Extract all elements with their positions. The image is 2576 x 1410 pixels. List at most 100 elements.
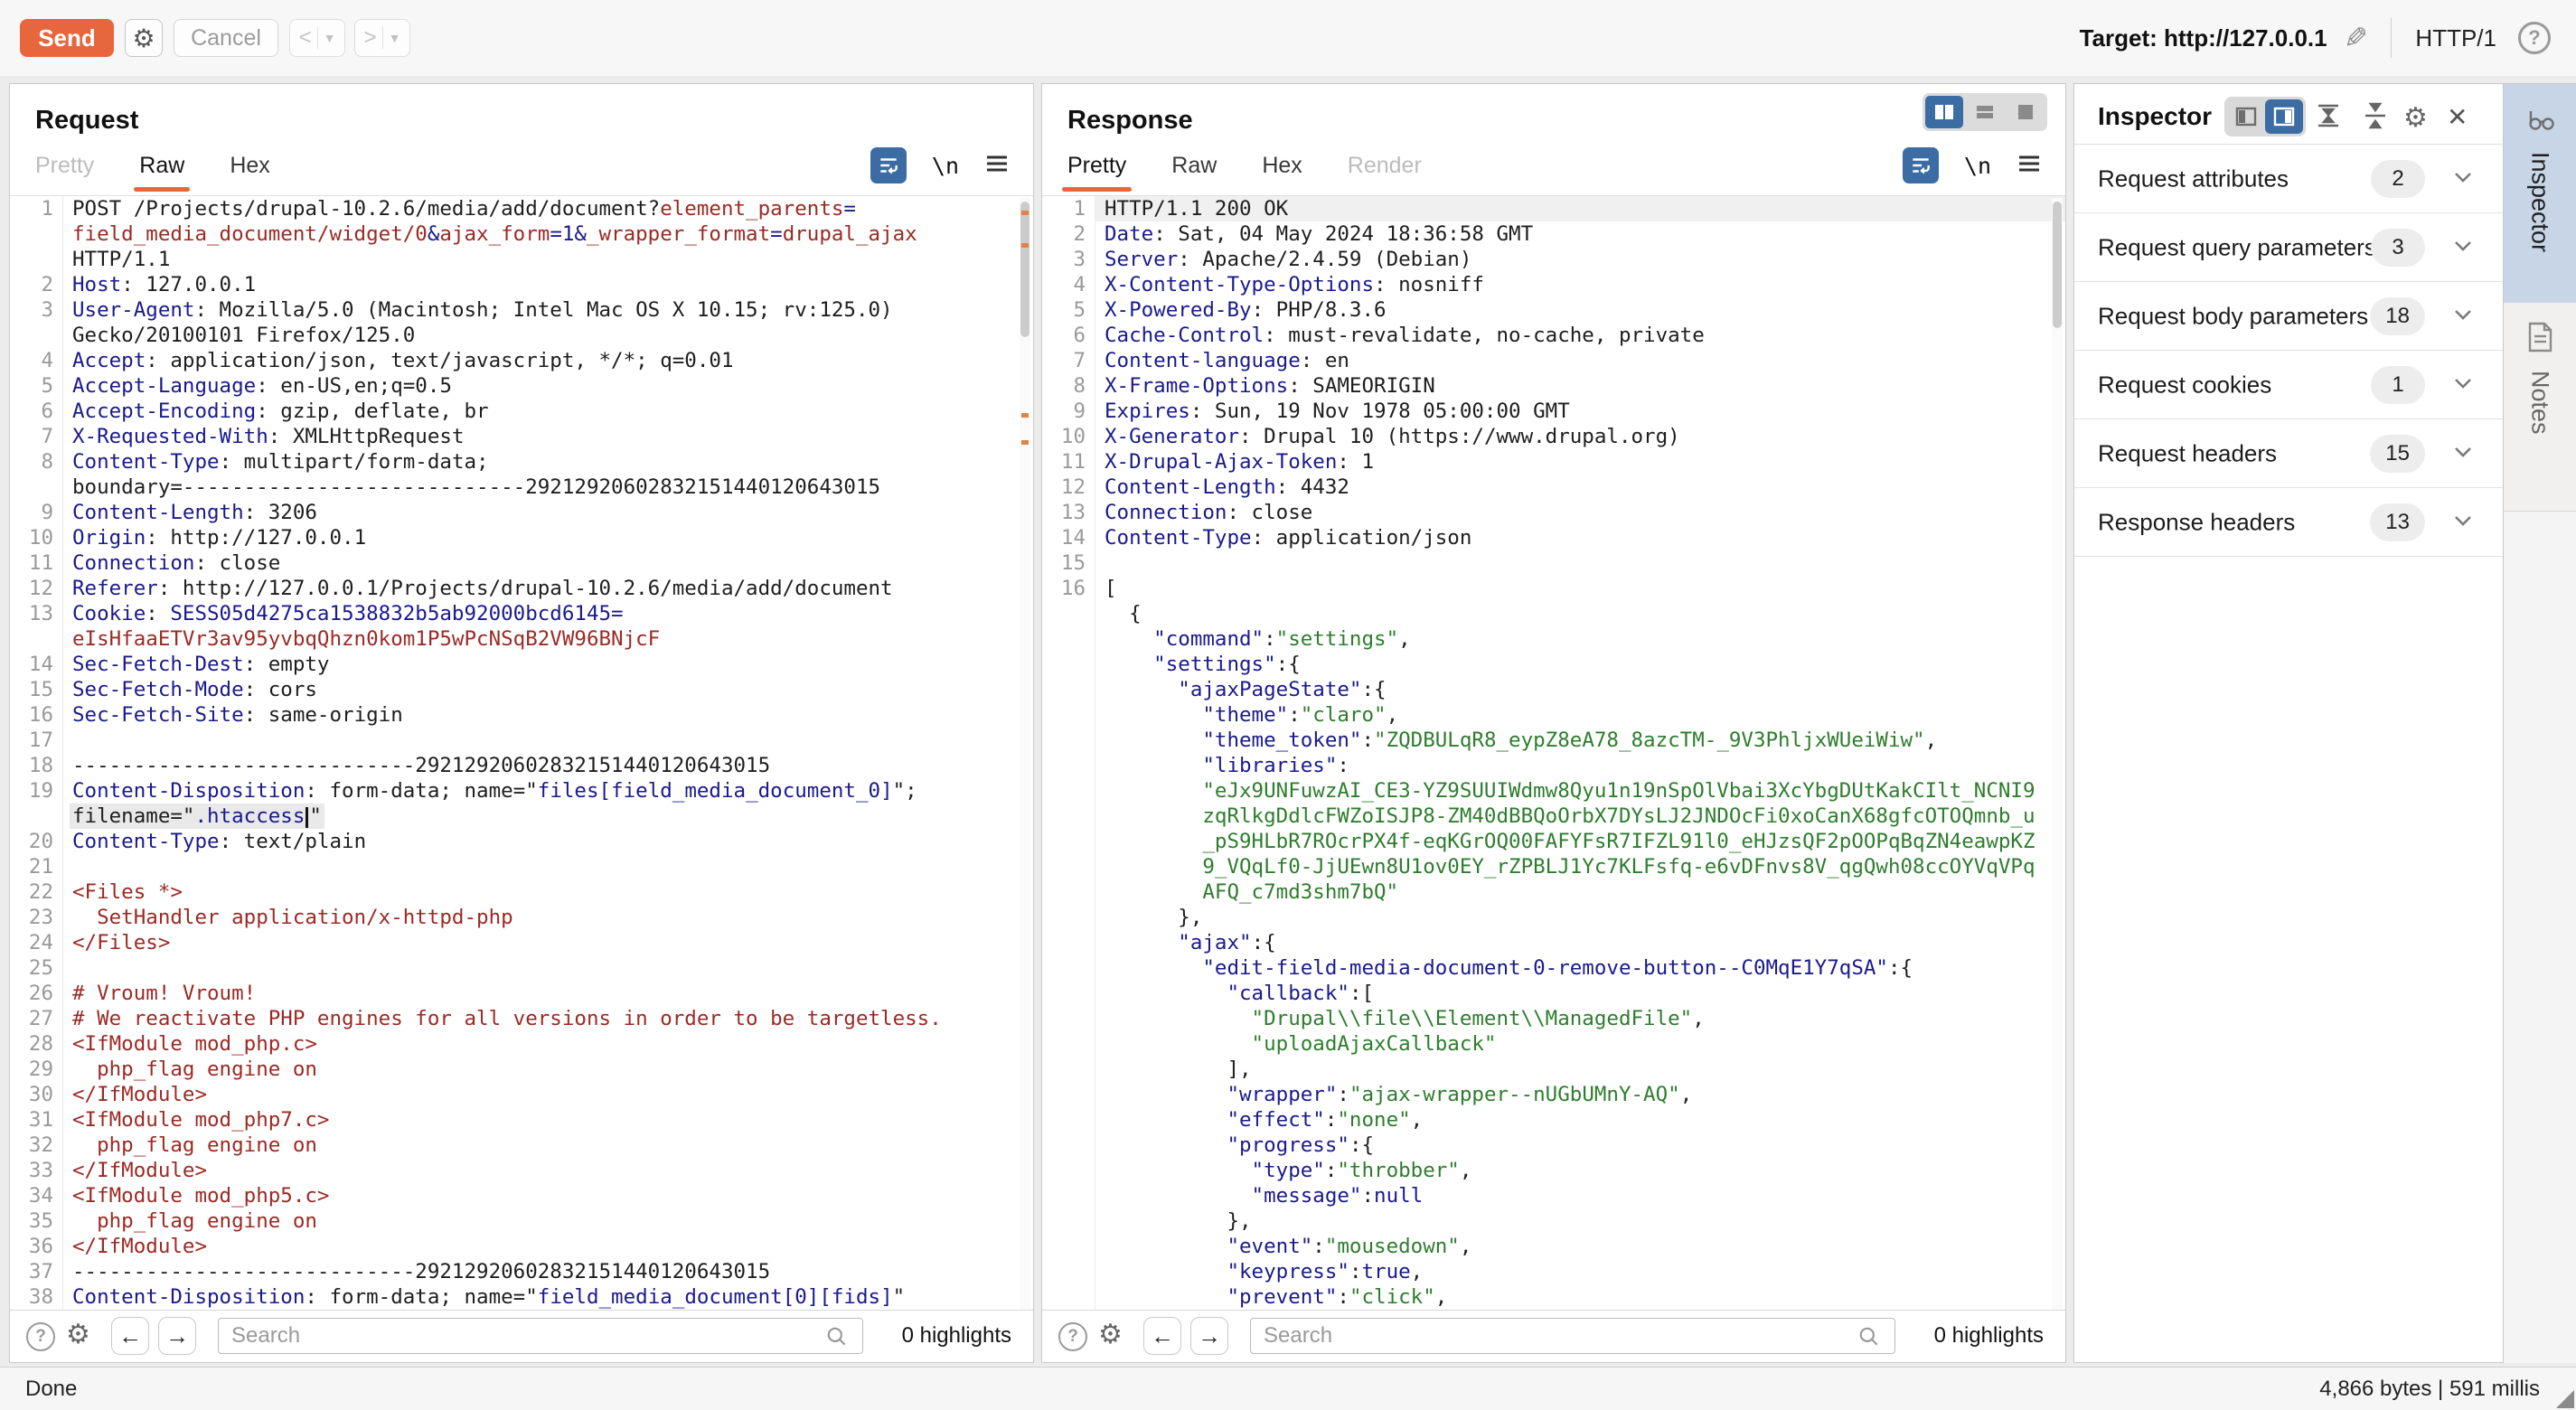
back-history-button[interactable]: <▼ [289, 19, 345, 57]
editor-row: 25 [10, 955, 1033, 981]
previous-match-button[interactable]: ← [1143, 1317, 1181, 1355]
request-tab-hex[interactable]: Hex [230, 153, 269, 192]
editor-row: 6Cache-Control: must-revalidate, no-cach… [1042, 323, 2065, 348]
search-settings-gear-icon[interactable]: ⚙ [66, 1319, 90, 1350]
response-tab-render[interactable]: Render [1348, 153, 1422, 192]
chevron-down-icon: ▼ [324, 31, 336, 45]
next-match-button[interactable]: → [158, 1317, 196, 1355]
editor-row: "theme":"claro", [1042, 702, 2065, 728]
request-tab-pretty[interactable]: Pretty [35, 153, 94, 192]
editor-row: 22<Files *> [10, 879, 1033, 905]
inspector-section-request-body-parameters[interactable]: Request body parameters 18 [2074, 282, 2503, 351]
editor-row: 3User-Agent: Mozilla/5.0 (Macintosh; Int… [10, 297, 1033, 323]
editor-row: 5X-Powered-By: PHP/8.3.6 [1042, 297, 2065, 323]
resize-grip[interactable] [2556, 1390, 2574, 1408]
editor-row: "theme_token":"ZQDBULqR8_eypZ8eA78_8azcT… [1042, 728, 2065, 753]
search-help-icon[interactable]: ? [1058, 1322, 1087, 1351]
editor-row: boundary=----------------------------292… [10, 475, 1033, 500]
search-help-icon[interactable]: ? [26, 1322, 55, 1351]
inspector-section-request-query-parameters[interactable]: Request query parameters 3 [2074, 213, 2503, 282]
previous-match-button[interactable]: ← [111, 1317, 149, 1355]
word-wrap-icon[interactable] [1903, 147, 1939, 183]
editor-row: 21 [10, 854, 1033, 879]
send-button[interactable]: Send [20, 19, 114, 57]
collapse-all-icon[interactable] [2362, 102, 2389, 134]
editor-row: 16Sec-Fetch-Site: same-origin [10, 702, 1033, 728]
status-text: Done [25, 1377, 77, 1402]
response-metrics: 4,866 bytes | 591 millis [2319, 1377, 2540, 1402]
editor-row: 1HTTP/1.1 200 OK [1042, 196, 2065, 221]
editor-row: 29 php_flag engine on [10, 1057, 1033, 1082]
editor-row: 16[ [1042, 576, 2065, 601]
cancel-button[interactable]: Cancel [174, 19, 278, 57]
close-icon[interactable]: ✕ [2447, 102, 2468, 132]
word-wrap-icon[interactable] [870, 147, 907, 183]
request-tab-raw[interactable]: Raw [139, 153, 184, 192]
count-badge: 3 [2371, 229, 2425, 267]
show-newlines-button[interactable]: \n [1964, 153, 1991, 179]
forward-history-button[interactable]: >▼ [354, 19, 410, 57]
columns-layout-icon[interactable] [1925, 96, 1963, 128]
response-tab-hex[interactable]: Hex [1262, 153, 1302, 192]
editor-row: 23 SetHandler application/x-httpd-php [10, 905, 1033, 930]
editor-row: "uploadAjaxCallback" [1042, 1031, 2065, 1057]
editor-row: 15Sec-Fetch-Mode: cors [10, 677, 1033, 702]
response-search-input[interactable] [1250, 1318, 1895, 1354]
pane-left-icon[interactable] [2227, 99, 2265, 134]
editor-row: 7Content-language: en [1042, 348, 2065, 373]
editor-row: 36</IfModule> [10, 1234, 1033, 1259]
editor-row: 19Content-Disposition: form-data; name="… [10, 778, 1033, 804]
send-settings-gear-icon[interactable]: ⚙ [125, 19, 163, 57]
chevron-down-icon [2454, 514, 2472, 531]
editor-row: 9_VQqLf0-JjUEwn8U1ov0EY_rZPBLJ1Yc7KLFsfq… [1042, 854, 2065, 879]
search-settings-gear-icon[interactable]: ⚙ [1098, 1319, 1123, 1350]
chevron-down-icon [2454, 240, 2472, 256]
editor-row: 38Content-Disposition: form-data; name="… [10, 1284, 1033, 1310]
inspector-pane-toggle [2224, 97, 2306, 136]
http-version-selector[interactable]: HTTP/1 [2415, 24, 2496, 52]
inspector-section-response-headers[interactable]: Response headers 13 [2074, 488, 2503, 557]
request-scrollbar[interactable] [1020, 198, 1030, 1310]
editor-row: 2Host: 127.0.0.1 [10, 272, 1033, 297]
editor-row: 14Sec-Fetch-Dest: empty [10, 652, 1033, 677]
request-search-input[interactable] [218, 1318, 863, 1354]
chevron-down-icon [2454, 377, 2472, 393]
inspector-section-request-attributes[interactable]: Request attributes 2 [2074, 145, 2503, 213]
count-badge: 1 [2371, 366, 2425, 404]
editor-row: "Drupal\\file\\Element\\ManagedFile", [1042, 1006, 2065, 1031]
editor-row: 13Connection: close [1042, 500, 2065, 525]
single-pane-layout-icon[interactable] [2007, 96, 2045, 128]
editor-row: 27# We reactivate PHP engines for all ve… [10, 1006, 1033, 1031]
text-cursor [306, 807, 308, 828]
response-scrollbar[interactable] [2052, 198, 2063, 1310]
editor-row: 24</Files> [10, 930, 1033, 955]
help-icon[interactable]: ? [2518, 22, 2551, 54]
inspector-glasses-icon [2524, 102, 2556, 139]
inspector-section-request-cookies[interactable]: Request cookies 1 [2074, 351, 2503, 419]
rows-layout-icon[interactable] [1966, 96, 2004, 128]
dock-tab-notes[interactable]: Notes [2504, 303, 2576, 512]
show-newlines-button[interactable]: \n [932, 153, 959, 179]
edit-target-pencil-icon[interactable]: ✎ [2344, 21, 2368, 55]
editor-row: "callback":[ [1042, 981, 2065, 1006]
pane-right-icon[interactable] [2265, 99, 2303, 134]
inspector-settings-gear-icon[interactable]: ⚙ [2403, 102, 2428, 134]
editor-row: "wrapper":"ajax-wrapper--nUGbUMnY-AQ", [1042, 1082, 2065, 1107]
dock-tab-inspector[interactable]: Inspector [2504, 84, 2576, 304]
response-tab-pretty[interactable]: Pretty [1067, 153, 1126, 192]
expand-all-icon[interactable] [2315, 102, 2342, 134]
request-editor[interactable]: 1POST /Projects/drupal-10.2.6/media/add/… [10, 195, 1033, 1313]
inspector-section-request-headers[interactable]: Request headers 15 [2074, 419, 2503, 488]
menu-icon[interactable] [2017, 153, 2042, 179]
response-editor[interactable]: 1HTTP/1.1 200 OK2Date: Sat, 04 May 2024 … [1042, 195, 2065, 1313]
response-tab-raw[interactable]: Raw [1171, 153, 1217, 192]
editor-row: 11Connection: close [10, 550, 1033, 576]
inspector-title: Inspector [2098, 102, 2212, 131]
editor-row: 12Content-Length: 4432 [1042, 475, 2065, 500]
menu-icon[interactable] [984, 153, 1010, 179]
toolbar-divider [2391, 18, 2392, 58]
editor-row: "command":"settings", [1042, 626, 2065, 652]
next-match-button[interactable]: → [1190, 1317, 1228, 1355]
editor-row: field_media_document/widget/0&ajax_form=… [10, 221, 1033, 247]
chevron-down-icon [2454, 308, 2472, 324]
